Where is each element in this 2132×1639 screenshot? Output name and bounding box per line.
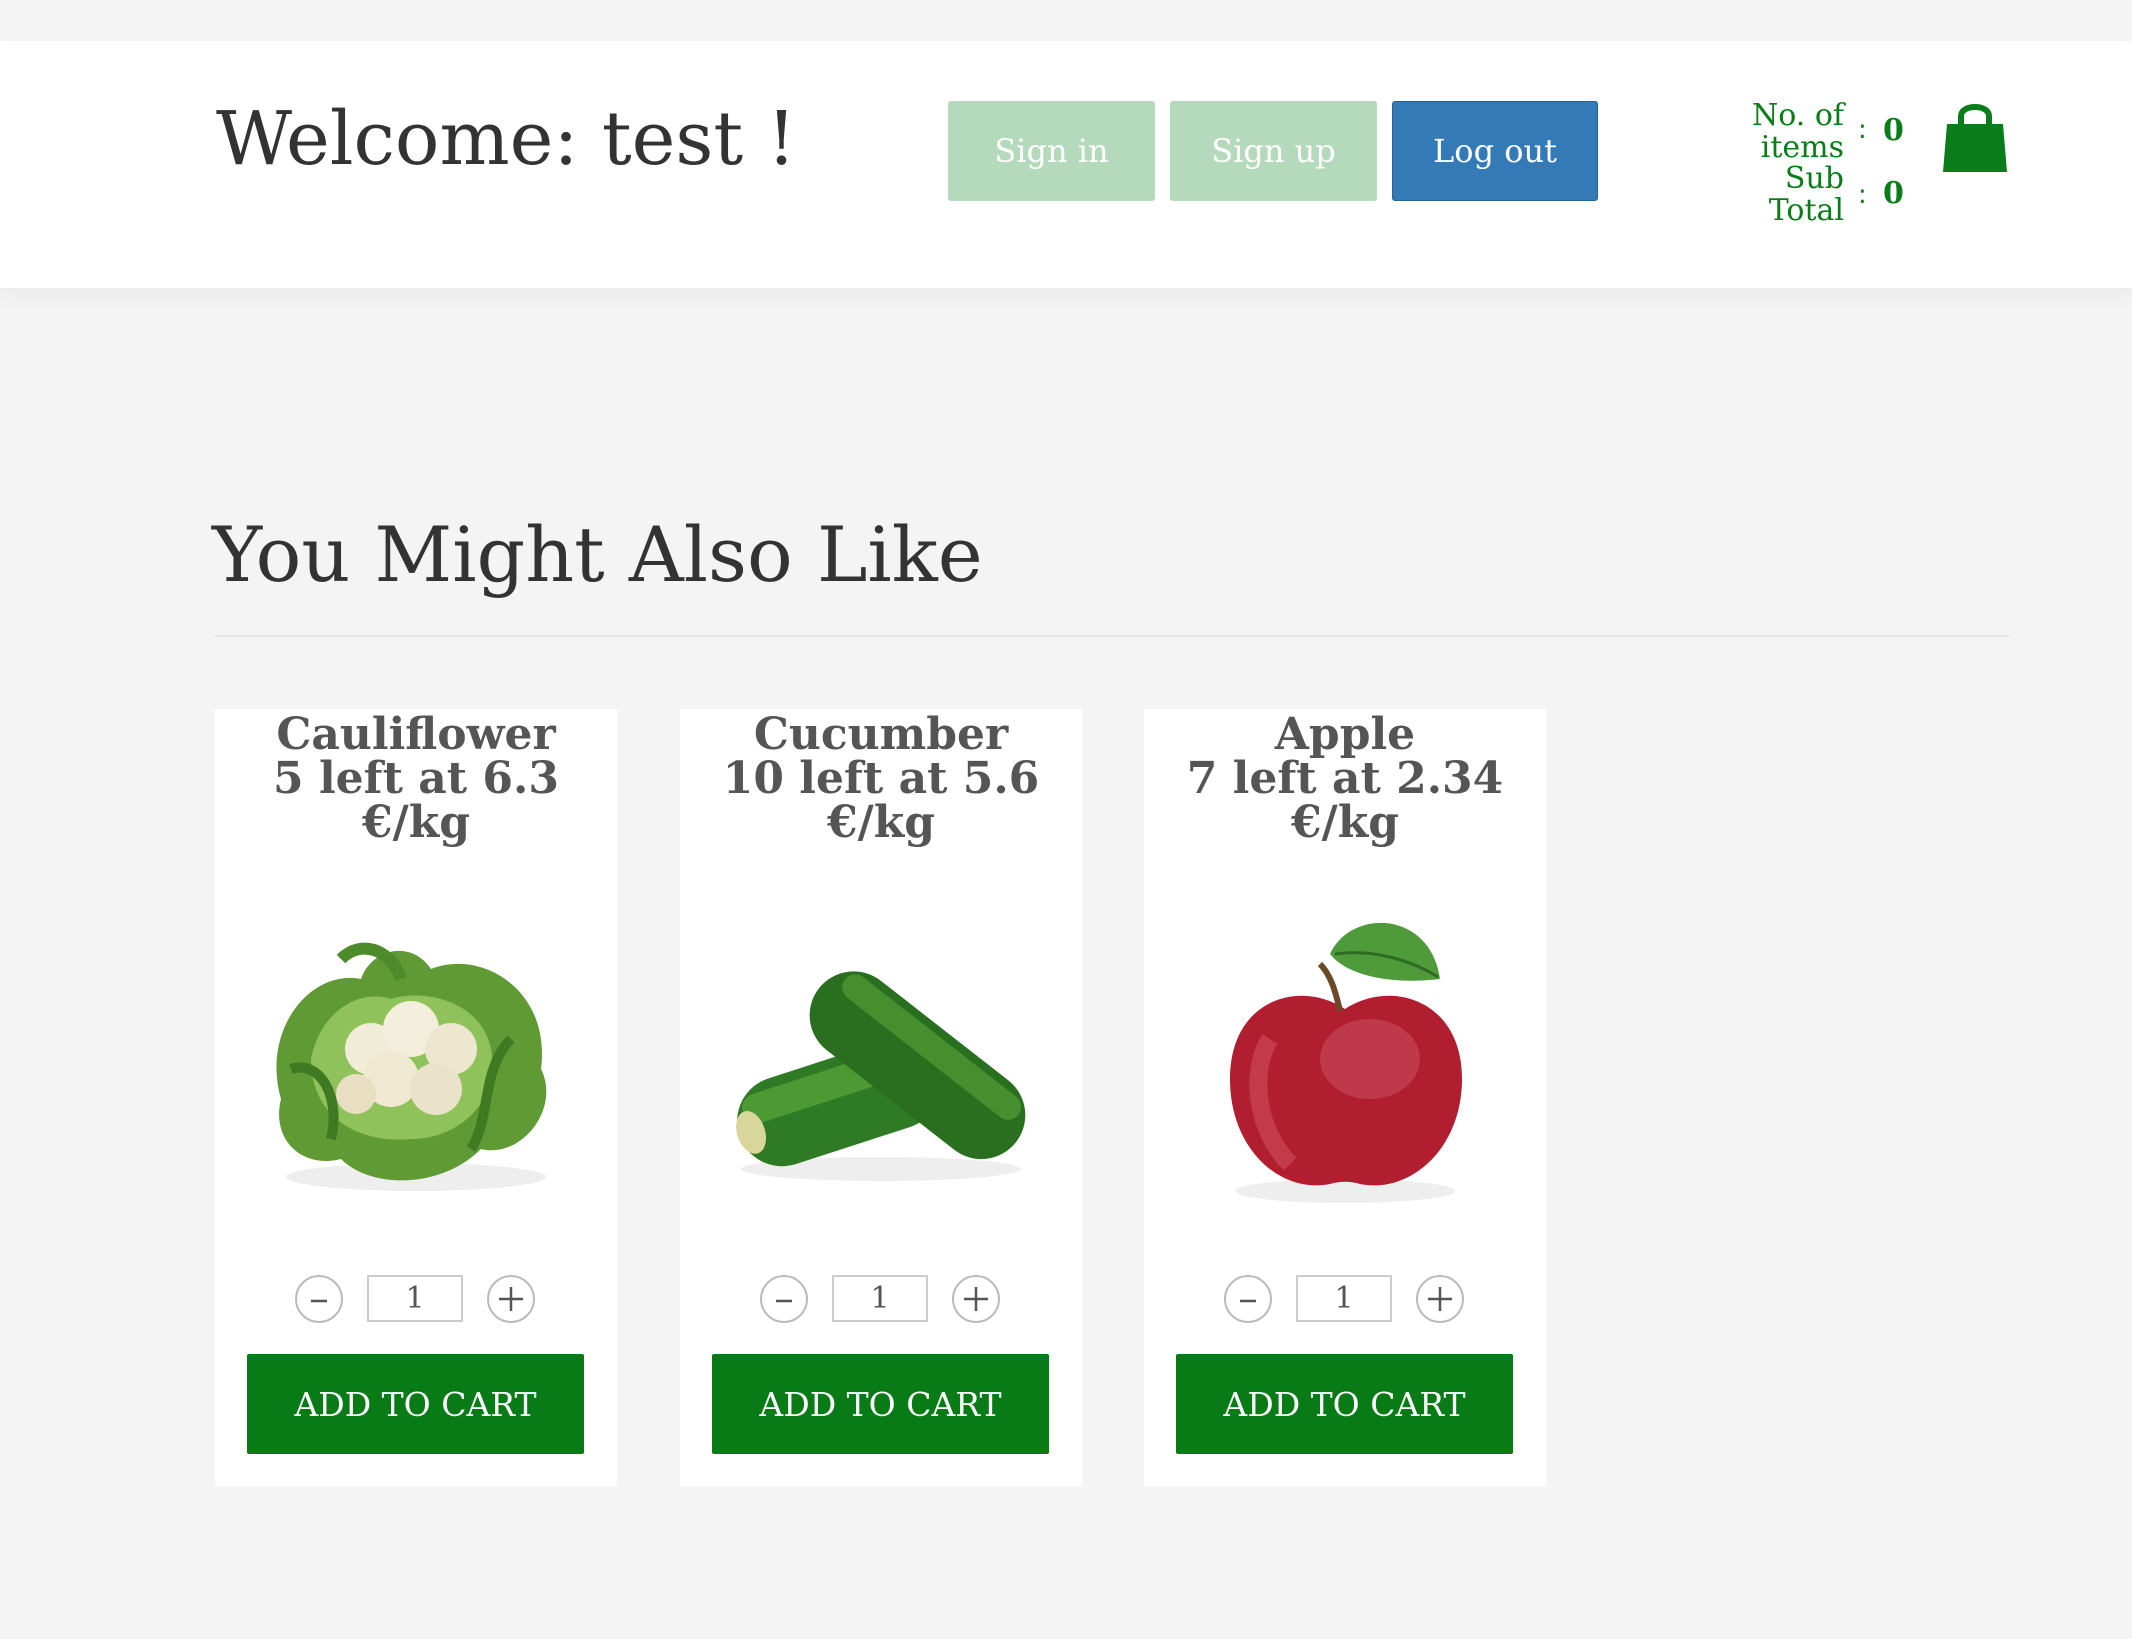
minus-icon [311, 1299, 327, 1303]
product-title: Apple 7 left at 2.34 €/kg [1144, 713, 1546, 845]
product-unit: €/kg [362, 797, 470, 848]
welcome-message: Welcome: test ! [216, 96, 797, 182]
cart-subtotal-colon: : [1858, 180, 1867, 210]
decrease-quantity-button[interactable] [1224, 1275, 1272, 1323]
plus-icon [499, 1287, 523, 1311]
increase-quantity-button[interactable] [1416, 1275, 1464, 1323]
cart-items-count: 0 [1883, 113, 1904, 148]
decrease-quantity-button[interactable] [760, 1275, 808, 1323]
plus-icon [1428, 1287, 1452, 1311]
cucumber-image [716, 909, 1046, 1209]
add-to-cart-button[interactable]: ADD TO CART [1176, 1354, 1513, 1454]
product-title: Cauliflower 5 left at 6.3 €/kg [215, 713, 617, 845]
product-card-apple: Apple 7 left at 2.34 €/kg ADD TO CAR [1144, 709, 1546, 1486]
quantity-input[interactable] [832, 1275, 928, 1322]
section-divider [214, 635, 2010, 637]
cart-items-label-line2: items [1760, 130, 1844, 165]
product-card-cauliflower: Cauliflower 5 left at 6.3 €/kg 1 ADD TO … [215, 709, 617, 1486]
product-name: Cucumber [753, 709, 1009, 760]
cart-subtotal-label: Sub Total [1724, 163, 1844, 227]
product-name: Apple [1274, 709, 1416, 760]
quantity-stepper [1144, 1273, 1546, 1323]
sign-up-button[interactable]: Sign up [1170, 101, 1377, 201]
quantity-input[interactable] [367, 1275, 463, 1322]
product-stock-price: 10 left at 5.6 [722, 753, 1040, 804]
cart-items-colon: : [1858, 115, 1867, 145]
cart-subtotal-value: 0 [1883, 176, 1904, 211]
quantity-input[interactable] [1296, 1275, 1392, 1322]
cart-subtotal-label-line1: Sub [1784, 161, 1844, 196]
section-title: You Might Also Like [212, 510, 983, 599]
cart-items-label: No. of items [1724, 100, 1844, 164]
product-title: Cucumber 10 left at 5.6 €/kg [680, 713, 1082, 845]
product-unit: €/kg [1291, 797, 1399, 848]
shopping-bag-icon[interactable] [1941, 98, 2009, 174]
product-stock-price: 7 left at 2.34 [1186, 753, 1504, 804]
product-unit: €/kg [827, 797, 935, 848]
minus-icon [776, 1299, 792, 1303]
increase-quantity-button[interactable] [952, 1275, 1000, 1323]
log-out-button[interactable]: Log out [1392, 101, 1598, 201]
quantity-stepper [215, 1273, 617, 1323]
product-stock-price: 5 left at 6.3 [273, 753, 559, 804]
add-to-cart-button[interactable]: ADD TO CART [712, 1354, 1049, 1454]
product-name: Cauliflower [276, 709, 556, 760]
minus-icon [1240, 1299, 1256, 1303]
quantity-stepper [680, 1273, 1082, 1323]
product-card-cucumber: Cucumber 10 left at 5.6 €/kg 1 ADD TO CA… [680, 709, 1082, 1486]
apple-image [1180, 909, 1510, 1209]
increase-quantity-button[interactable] [487, 1275, 535, 1323]
plus-icon [964, 1287, 988, 1311]
cart-items-label-line1: No. of [1751, 98, 1844, 133]
cart-subtotal-label-line2: Total [1768, 193, 1844, 228]
sign-in-button[interactable]: Sign in [948, 101, 1155, 201]
decrease-quantity-button[interactable] [295, 1275, 343, 1323]
add-to-cart-button[interactable]: ADD TO CART [247, 1354, 584, 1454]
cauliflower-image [251, 909, 581, 1209]
